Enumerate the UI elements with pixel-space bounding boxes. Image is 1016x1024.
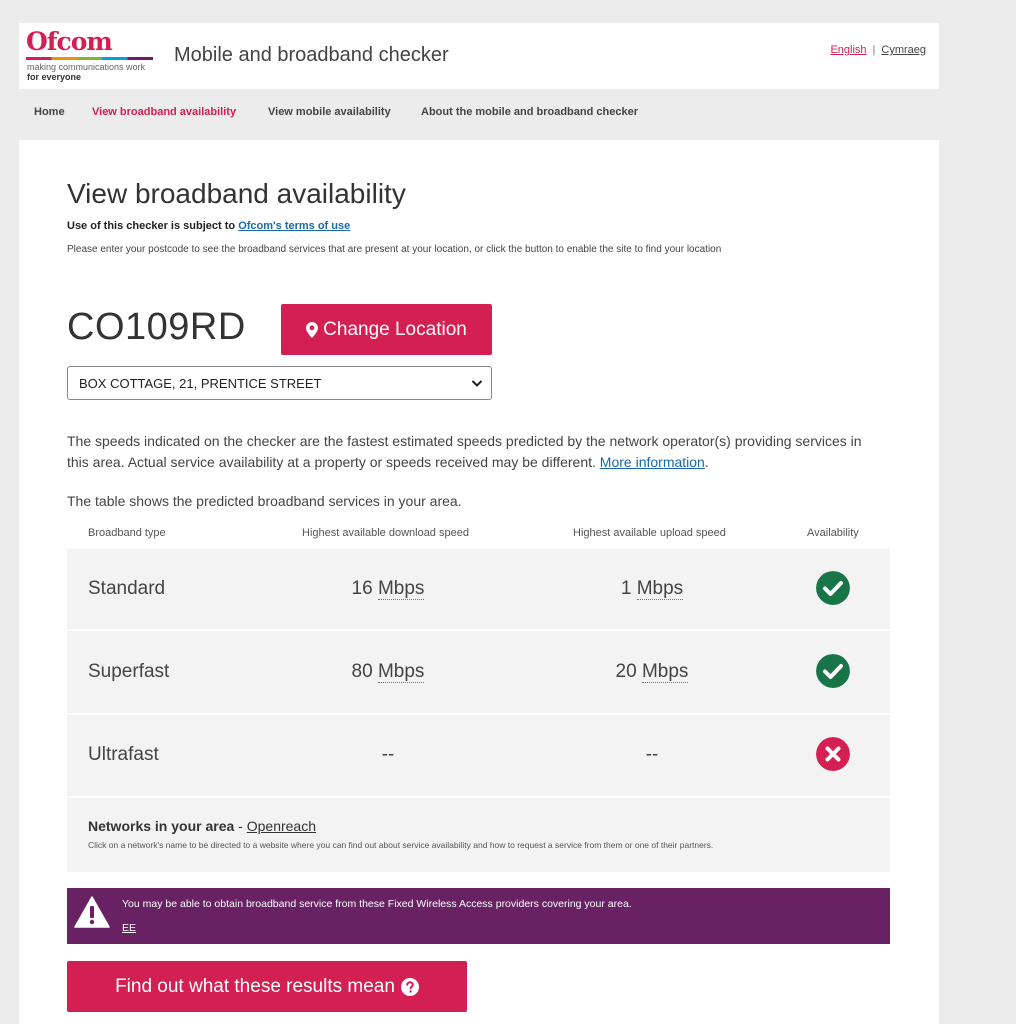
networks-separator: - [234, 818, 247, 834]
check-circle-icon [816, 571, 850, 605]
instructions-text: Please enter your postcode to see the br… [67, 244, 722, 255]
nav-home[interactable]: Home [34, 106, 65, 118]
ultrafast-download: -- [381, 744, 395, 765]
site-header: Ofcom making communications work for eve… [19, 23, 939, 89]
fwa-banner: You may be able to obtain broadband serv… [67, 888, 890, 944]
app-title: Mobile and broadband checker [174, 44, 449, 66]
ultrafast-upload: -- [645, 744, 659, 765]
cross-circle-icon [816, 737, 850, 771]
terms-prefix: Use of this checker is subject to [67, 220, 236, 232]
table-intro: The table shows the predicted broadband … [67, 493, 462, 509]
more-information-link[interactable]: More information [600, 454, 705, 470]
standard-download: 16 Mbps [288, 578, 488, 600]
fwa-message: You may be able to obtain broadband serv… [122, 898, 632, 910]
main-content: View broadband availability Use of this … [19, 140, 939, 1024]
nav-broadband[interactable]: View broadband availability [92, 106, 236, 118]
th-download-speed: Highest available download speed [302, 527, 469, 539]
download-unit: Mbps [377, 578, 425, 600]
openreach-link[interactable]: Openreach [247, 818, 316, 834]
lang-english-link[interactable]: English [830, 44, 866, 56]
terms-notice: Use of this checker is subject to Ofcom'… [67, 220, 350, 232]
chevron-down-icon [471, 380, 483, 387]
results-meaning-button[interactable]: Find out what these results mean [67, 961, 467, 1012]
upload-unit: Mbps [636, 578, 684, 600]
check-circle-icon [816, 654, 850, 688]
map-marker-icon [306, 321, 319, 338]
logo-tagline-strong: for everyone [27, 72, 82, 82]
th-broadband-type: Broadband type [88, 527, 166, 539]
table-row: Standard 16 Mbps 1 Mbps [67, 549, 890, 629]
table-row: Superfast 80 Mbps 20 Mbps [67, 631, 890, 713]
postcode-display: CO109RD [67, 306, 246, 348]
upload-value: 1 [620, 578, 632, 599]
download-unit: Mbps [377, 661, 425, 683]
page-title: View broadband availability [67, 178, 406, 209]
upload-value: 20 [615, 661, 637, 682]
main-nav: Home View broadband availability View mo… [19, 100, 939, 126]
superfast-download: 80 Mbps [288, 661, 488, 683]
download-value: 80 [351, 661, 373, 682]
logo-color-bar [26, 57, 153, 60]
upload-unit: Mbps [641, 661, 689, 683]
networks-title: Networks in your area - Openreach [88, 818, 316, 834]
download-value: 16 [351, 578, 373, 599]
language-switcher: English | Cymraeg [830, 44, 926, 56]
row-type-ultrafast: Ultrafast [88, 744, 159, 765]
row-type-standard: Standard [88, 578, 166, 599]
standard-upload: 1 Mbps [552, 578, 752, 600]
warning-icon [74, 896, 110, 928]
fwa-provider-ee-link[interactable]: EE [122, 922, 136, 934]
ofcom-logo[interactable]: Ofcom making communications work for eve… [26, 29, 154, 83]
superfast-upload: 20 Mbps [552, 661, 752, 683]
networks-label: Networks in your area [88, 818, 235, 834]
networks-in-area: Networks in your area - Openreach Click … [67, 798, 890, 872]
row-type-superfast: Superfast [88, 661, 170, 682]
results-meaning-label: Find out what these results mean [115, 975, 395, 997]
table-row: Ultrafast -- -- [67, 715, 890, 796]
change-location-button[interactable]: Change Location [281, 304, 492, 355]
change-location-label: Change Location [323, 318, 467, 340]
speeds-disclaimer: The speeds indicated on the checker are … [67, 431, 882, 473]
th-upload-speed: Highest available upload speed [573, 527, 726, 539]
speeds-disclaimer-end: . [704, 454, 709, 470]
address-select[interactable]: BOX COTTAGE, 21, PRENTICE STREET [67, 366, 492, 400]
lang-welsh-link[interactable]: Cymraeg [881, 44, 926, 56]
networks-help-text: Click on a network's name to be directed… [88, 840, 714, 850]
speeds-disclaimer-text: The speeds indicated on the checker are … [67, 433, 862, 470]
lang-separator: | [872, 44, 876, 56]
logo-wordmark: Ofcom [26, 27, 113, 56]
th-availability: Availability [807, 527, 859, 539]
nav-about[interactable]: About the mobile and broadband checker [421, 106, 638, 118]
address-selected-value: BOX COTTAGE, 21, PRENTICE STREET [79, 376, 322, 391]
nav-mobile[interactable]: View mobile availability [268, 106, 391, 118]
question-circle-icon [400, 977, 419, 996]
terms-link[interactable]: Ofcom's terms of use [238, 220, 350, 232]
logo-tagline: making communications work [27, 62, 146, 72]
